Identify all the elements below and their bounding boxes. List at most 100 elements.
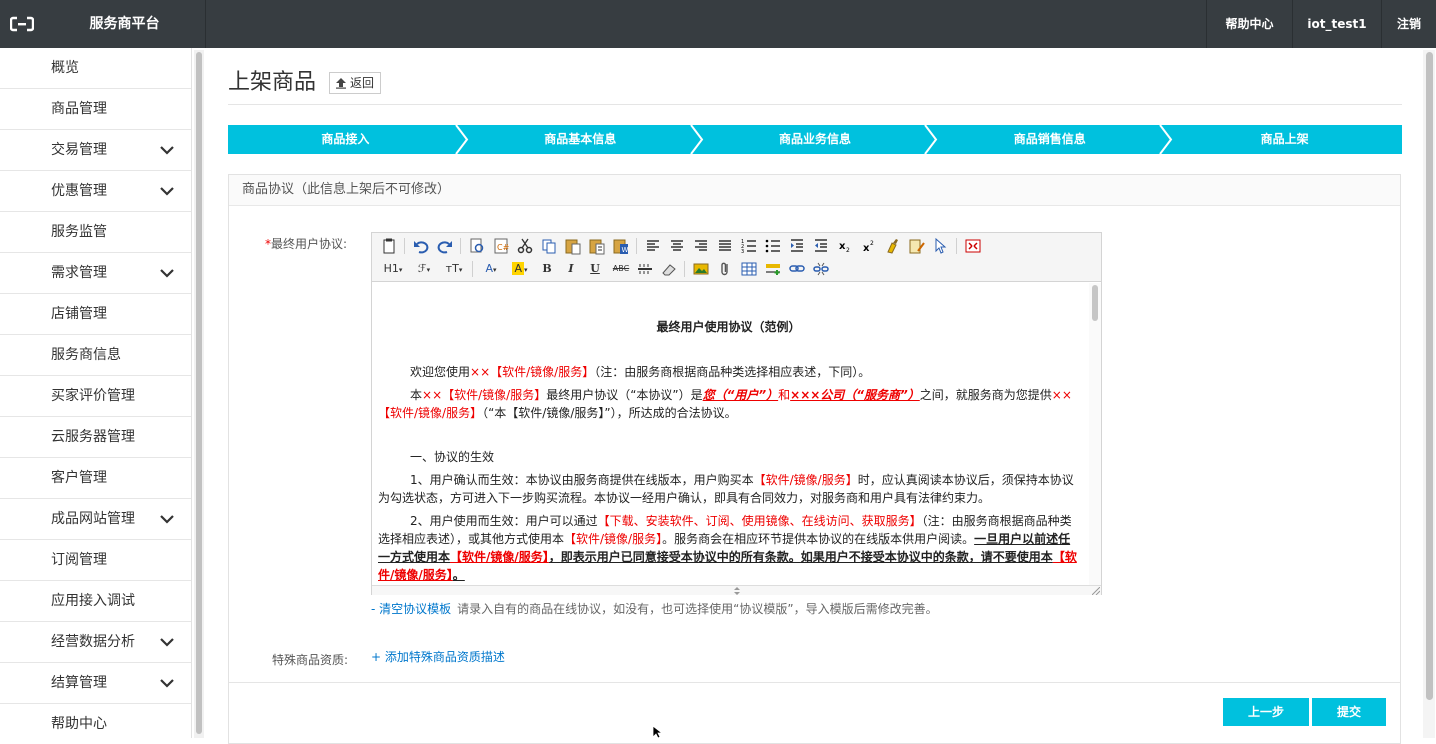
sidebar-scrollbar[interactable] — [194, 50, 204, 738]
editor-resize-bar[interactable] — [372, 585, 1101, 595]
cut-icon[interactable] — [516, 237, 534, 255]
sidebar-item[interactable]: 客户管理 — [0, 458, 191, 499]
user-menu[interactable]: iot_test1 — [1292, 0, 1381, 48]
align-right-icon[interactable] — [692, 237, 710, 255]
source-code-icon[interactable]: C# — [492, 237, 510, 255]
chevron-down-icon[interactable] — [159, 144, 175, 156]
chevron-down-icon[interactable] — [159, 185, 175, 197]
insert-row-icon[interactable] — [764, 260, 782, 278]
svg-text:x: x — [839, 241, 846, 252]
superscript-icon[interactable]: x2 — [860, 237, 878, 255]
indent-icon[interactable] — [788, 237, 806, 255]
chevron-down-icon[interactable] — [159, 513, 175, 525]
brand-title[interactable]: 服务商平台 — [44, 0, 206, 48]
sidebar-item-label: 应用接入调试 — [51, 593, 135, 609]
main-content: 上架商品 返回 商品接入 商品基本信息 商品业务信息 商品销售信息 商品上架 商品协议（… — [228, 48, 1402, 744]
font-size-dropdown[interactable]: тT▾ — [442, 260, 466, 278]
back-button-label: 返回 — [350, 76, 375, 90]
undo-icon[interactable] — [412, 237, 430, 255]
fullscreen-icon[interactable] — [964, 237, 982, 255]
sidebar-item-label: 帮助中心 — [51, 716, 107, 732]
paste-text-icon[interactable] — [588, 237, 606, 255]
sidebar-item-label: 买家评价管理 — [51, 388, 135, 404]
font-family-dropdown[interactable]: ℱ▾ — [412, 260, 436, 278]
preview-icon[interactable] — [468, 237, 486, 255]
paste-icon[interactable] — [564, 237, 582, 255]
help-center-link[interactable]: 帮助中心 — [1206, 0, 1292, 48]
sidebar-item[interactable]: 商品管理 — [0, 89, 191, 130]
highlight-color-dropdown[interactable]: A ▾ — [508, 260, 532, 278]
unordered-list-icon[interactable] — [764, 237, 782, 255]
chevron-down-icon[interactable] — [159, 636, 175, 648]
paste-template-icon[interactable] — [380, 237, 398, 255]
subscript-icon[interactable]: x2 — [836, 237, 854, 255]
heading-dropdown[interactable]: H1▾ — [380, 260, 406, 278]
divider — [228, 104, 1402, 105]
ordered-list-icon[interactable]: 123 — [740, 237, 758, 255]
font-color-dropdown[interactable]: A▾ — [480, 260, 502, 278]
sidebar-item[interactable]: 交易管理 — [0, 130, 191, 171]
paste-word-icon[interactable]: W — [612, 237, 630, 255]
doc-section-heading: 一、协议的生效 — [410, 450, 495, 464]
sidebar-item[interactable]: 结算管理 — [0, 663, 191, 704]
chevron-down-icon[interactable] — [159, 267, 175, 279]
sidebar-item[interactable]: 需求管理 — [0, 253, 191, 294]
redo-icon[interactable] — [436, 237, 454, 255]
sidebar-item[interactable]: 服务商信息 — [0, 335, 191, 376]
clear-template-link[interactable]: - 清空协议模板 — [371, 602, 451, 616]
submit-button[interactable]: 提交 — [1312, 698, 1386, 726]
insert-table-icon[interactable] — [740, 260, 758, 278]
add-qualification-link[interactable]: + 添加特殊商品资质描述 — [371, 648, 505, 665]
svg-text:3: 3 — [741, 249, 744, 255]
eraser-icon[interactable] — [660, 260, 678, 278]
doc-paragraph: 2、用户使用而生效：用户可以通过【下载、安装软件、订阅、使用镜像、在线访问、获取… — [378, 514, 1077, 582]
sidebar-item-label: 客户管理 — [51, 470, 107, 486]
sidebar-item[interactable]: 应用接入调试 — [0, 581, 191, 622]
special-qualification-label: 特殊商品资质: — [272, 653, 349, 667]
logout-link[interactable]: 注销 — [1381, 0, 1436, 48]
copy-icon[interactable] — [540, 237, 558, 255]
sidebar-item[interactable]: 订阅管理 — [0, 540, 191, 581]
prev-step-button[interactable]: 上一步 — [1223, 698, 1309, 726]
clear-format-icon[interactable] — [884, 237, 902, 255]
top-bar: 服务商平台 帮助中心 iot_test1 注销 — [0, 0, 1436, 48]
attachment-icon[interactable] — [716, 260, 734, 278]
sidebar-item[interactable]: 帮助中心 — [0, 704, 191, 738]
unlink-icon[interactable] — [812, 260, 830, 278]
sidebar-item[interactable]: 经营数据分析 — [0, 622, 191, 663]
sidebar-item[interactable]: 优惠管理 — [0, 171, 191, 212]
select-all-icon[interactable] — [932, 237, 950, 255]
strikethrough-button[interactable]: ABC — [610, 260, 632, 278]
chevron-down-icon[interactable] — [159, 677, 175, 689]
sidebar-item[interactable]: 概览 — [0, 48, 191, 89]
corner-resize-icon[interactable] — [1092, 587, 1100, 595]
page-title: 上架商品 — [228, 70, 317, 95]
sidebar-item[interactable]: 店铺管理 — [0, 294, 191, 335]
main-scrollbar[interactable] — [1423, 50, 1435, 738]
align-left-icon[interactable] — [644, 237, 662, 255]
link-icon[interactable] — [788, 260, 806, 278]
align-justify-icon[interactable] — [716, 237, 734, 255]
sidebar-item[interactable]: 买家评价管理 — [0, 376, 191, 417]
outdent-icon[interactable] — [812, 237, 830, 255]
back-button[interactable]: 返回 — [329, 72, 382, 94]
format-painter-icon[interactable] — [908, 237, 926, 255]
italic-button[interactable]: I — [562, 260, 580, 278]
mouse-cursor-icon — [652, 725, 664, 739]
logo-icon[interactable] — [0, 0, 44, 48]
step-item: 商品接入 — [321, 132, 370, 146]
bold-button[interactable]: B — [538, 260, 556, 278]
editor-content[interactable]: 最终用户使用协议（范例） 欢迎您使用××【软件/镜像/服务】（注：由服务商根据商… — [372, 283, 1089, 585]
horizontal-rule-icon[interactable] — [636, 260, 654, 278]
underline-button[interactable]: U — [586, 260, 604, 278]
sidebar-item-label: 优惠管理 — [51, 183, 107, 199]
editor-scrollbar[interactable] — [1089, 283, 1101, 585]
insert-image-icon[interactable] — [692, 260, 710, 278]
hint-text: 请录入自有的商品在线协议，如没有，也可选择使用“协议模版”，导入模版后需修改完善… — [457, 602, 938, 616]
align-center-icon[interactable] — [668, 237, 686, 255]
sidebar-item[interactable]: 云服务器管理 — [0, 417, 191, 458]
sidebar-item[interactable]: 成品网站管理 — [0, 499, 191, 540]
sidebar-item[interactable]: 服务监管 — [0, 212, 191, 253]
rich-text-editor[interactable]: C# W 123 x2 x2 H1▾ ℱ▾ тT▾ A▾ A ▾ B I U A… — [371, 232, 1102, 595]
top-nav: 帮助中心 iot_test1 注销 — [1206, 0, 1436, 48]
